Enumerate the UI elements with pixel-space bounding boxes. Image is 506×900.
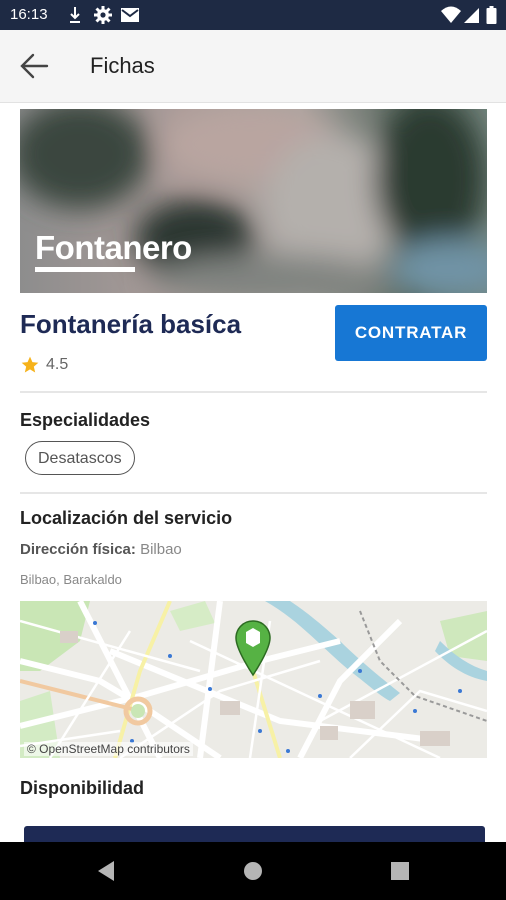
page-title: Fichas: [90, 53, 155, 78]
service-hero-image: Fontanero: [20, 109, 487, 293]
location-map[interactable]: © OpenStreetMap contributors: [20, 601, 487, 758]
location-heading: Localización del servicio: [20, 508, 233, 528]
mail-icon: [121, 8, 139, 22]
arrow-left-icon: [20, 53, 49, 79]
home-circle-icon[interactable]: [243, 861, 263, 881]
recents-square-icon[interactable]: [391, 862, 409, 880]
app-bar: Fichas: [0, 30, 506, 103]
address-label: Dirección física:: [20, 541, 136, 558]
battery-icon: [486, 6, 497, 24]
status-time: 16:13: [10, 6, 48, 23]
star-icon: [21, 356, 39, 373]
divider: [20, 391, 487, 393]
hero-category-label: Fontanero: [35, 229, 192, 266]
signal-icon: [464, 8, 479, 23]
address-value: Bilbao: [140, 541, 182, 558]
hero-underline: [35, 267, 135, 272]
specialties-heading: Especialidades: [20, 410, 151, 430]
back-button[interactable]: [14, 44, 58, 88]
back-triangle-icon[interactable]: [96, 860, 116, 882]
settings-icon: [94, 6, 112, 24]
service-title: Fontanería basíca: [20, 309, 242, 339]
divider: [20, 492, 487, 494]
map-attribution[interactable]: © OpenStreetMap contributors: [24, 742, 193, 756]
address-row: Dirección física: Bilbao: [20, 541, 182, 558]
contratar-button[interactable]: CONTRATAR: [335, 305, 487, 361]
wifi-icon: [441, 6, 461, 23]
system-nav-bar: [0, 842, 506, 900]
rating: 4.5: [20, 354, 68, 376]
specialty-chip[interactable]: Desatascos: [25, 441, 135, 475]
rating-value: 4.5: [46, 356, 69, 373]
address-areas: Bilbao, Barakaldo: [20, 572, 122, 587]
availability-heading: Disponibilidad: [20, 778, 144, 798]
status-bar: 16:13: [0, 0, 506, 30]
download-icon: [70, 7, 80, 23]
map-tiles: [20, 601, 487, 758]
